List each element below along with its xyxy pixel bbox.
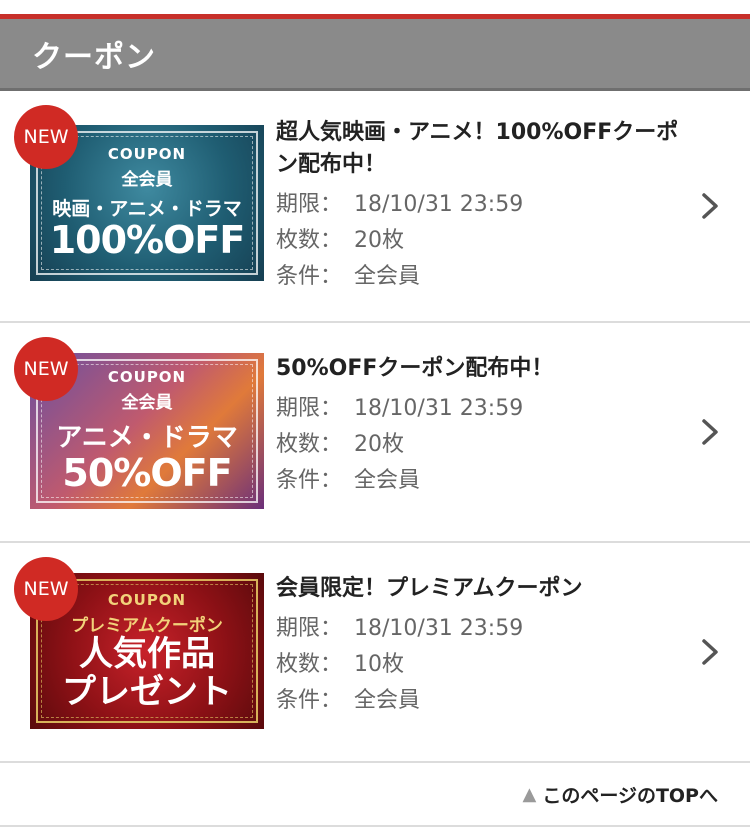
coupon-count: 10枚 [354,652,404,677]
coupon-count: 20枚 [354,228,404,253]
new-badge: NEW [14,557,78,621]
coupon-condition-row: 条件： 全会員 [276,259,680,295]
coupon-expiry: 18/10/31 23:59 [354,616,524,641]
new-badge: NEW [14,337,78,401]
new-badge: NEW [14,105,78,169]
page-header: クーポン [0,19,750,91]
chevron-right-icon[interactable] [694,190,726,222]
coupon-condition-row: 条件： 全会員 [276,683,680,719]
coupon-list: NEW COUPON 全会員 映画・アニメ・ドラマ 100%OFF 超人気映画・… [0,91,750,763]
count-label: 枚数： [276,432,343,457]
coupon-count: 20枚 [354,432,404,457]
coupon-condition-row: 条件： 全会員 [276,463,680,499]
banner-line1-text: 人気作品 [79,634,215,675]
coupon-count-row: 枚数： 20枚 [276,427,680,463]
banner-discount-text: 50%OFF [62,451,232,496]
chevron-right-icon[interactable] [694,636,726,668]
banner-member-text: プレミアムクーポン [71,616,223,637]
triangle-up-icon: ▲ [522,783,537,805]
coupon-expiry: 18/10/31 23:59 [354,396,524,421]
count-label: 枚数： [276,652,343,677]
back-to-top-link[interactable]: ▲ このページのTOPへ [522,781,718,808]
page-title: クーポン [32,39,156,75]
banner-discount-text: 100%OFF [49,218,246,263]
coupon-info: 超人気映画・アニメ！100%OFFクーポン配布中！ 期限： 18/10/31 23… [260,91,750,295]
expiry-label: 期限： [276,192,343,217]
banner-coupon-text: COUPON [107,368,187,387]
coupon-expiry-row: 期限： 18/10/31 23:59 [276,391,680,427]
coupon-condition: 全会員 [354,468,421,493]
condition-label: 条件： [276,468,343,493]
coupon-item[interactable]: NEW COUPON 全会員 アニメ・ドラマ 50%OFF 50%OFFクーポン… [0,323,750,543]
chevron-right-icon[interactable] [694,416,726,448]
expiry-label: 期限： [276,616,343,641]
coupon-thumbnail-wrap: NEW COUPON 全会員 映画・アニメ・ドラマ 100%OFF [0,91,264,321]
coupon-title: 50%OFFクーポン配布中！ [276,356,554,381]
coupon-count-row: 枚数： 20枚 [276,223,680,259]
banner-member-text: 全会員 [121,393,173,414]
condition-label: 条件： [276,688,343,713]
page-footer: ▲ このページのTOPへ [0,763,750,827]
coupon-title: 超人気映画・アニメ！100%OFFクーポン配布中！ [276,120,679,177]
banner-coupon-text: COUPON [107,145,187,164]
coupon-info: 50%OFFクーポン配布中！ 期限： 18/10/31 23:59 枚数： 20枚 … [260,323,750,499]
banner-coupon-text: COUPON [107,591,187,610]
status-strip [0,0,750,14]
banner-genre-text: 映画・アニメ・ドラマ [52,198,242,221]
coupon-expiry-row: 期限： 18/10/31 23:59 [276,611,680,647]
coupon-expiry-row: 期限： 18/10/31 23:59 [276,187,680,223]
banner-genre-text: アニメ・ドラマ [56,423,238,454]
banner-line2-text: プレゼント [62,671,232,712]
expiry-label: 期限： [276,396,343,421]
coupon-condition: 全会員 [354,688,421,713]
coupon-item[interactable]: NEW COUPON 全会員 映画・アニメ・ドラマ 100%OFF 超人気映画・… [0,91,750,323]
coupon-thumbnail-wrap: NEW COUPON プレミアムクーポン 人気作品 プレゼント [0,543,264,761]
banner-member-text: 全会員 [121,170,173,191]
coupon-count-row: 枚数： 10枚 [276,647,680,683]
coupon-item[interactable]: NEW COUPON プレミアムクーポン 人気作品 プレゼント 会員限定！プレミ… [0,543,750,763]
coupon-expiry: 18/10/31 23:59 [354,192,524,217]
coupon-condition: 全会員 [354,264,421,289]
back-to-top-label: このページのTOPへ [542,784,718,807]
condition-label: 条件： [276,264,343,289]
coupon-info: 会員限定！プレミアムクーポン 期限： 18/10/31 23:59 枚数： 10枚 … [260,543,750,719]
count-label: 枚数： [276,228,343,253]
coupon-thumbnail-wrap: NEW COUPON 全会員 アニメ・ドラマ 50%OFF [0,323,264,541]
coupon-title: 会員限定！プレミアムクーポン [276,576,583,601]
